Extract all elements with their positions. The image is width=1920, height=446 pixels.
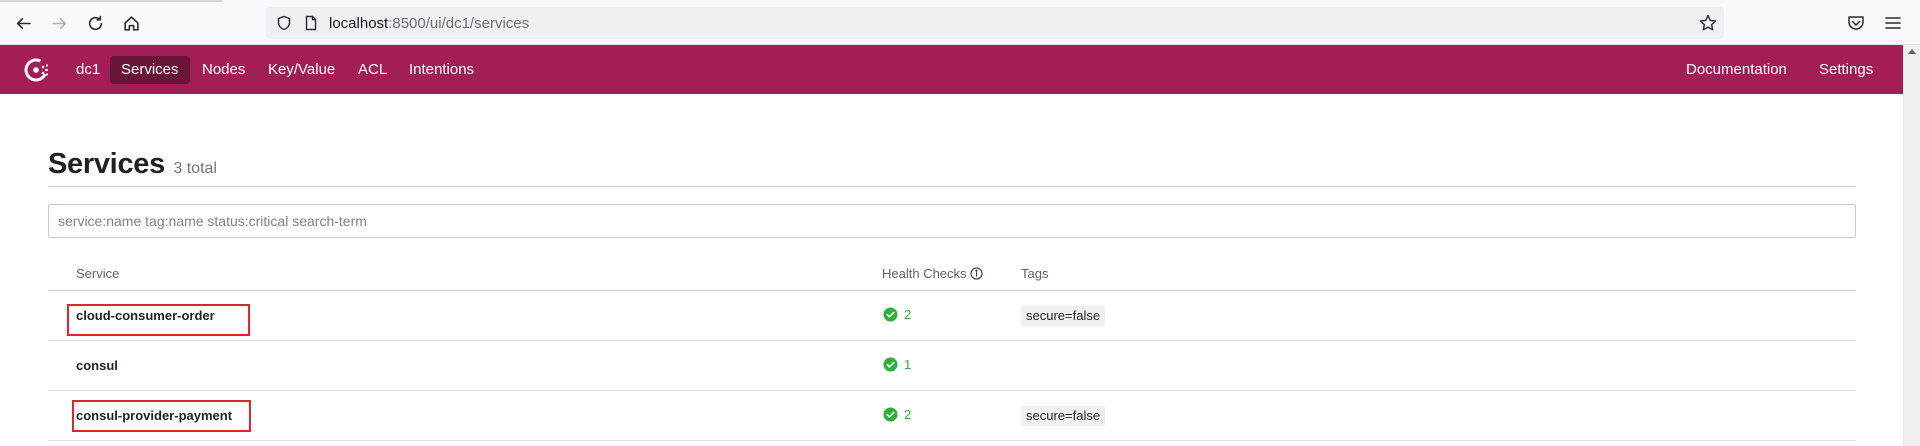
datacenter-dropdown[interactable]: dc1 (65, 56, 111, 84)
service-name[interactable]: consul (76, 358, 118, 373)
check-circle-icon (883, 307, 898, 322)
page-icon[interactable] (303, 15, 319, 31)
health-checks-passing: 2 (883, 407, 911, 422)
column-header-tags-label: Tags (1021, 266, 1049, 281)
check-circle-icon (883, 357, 898, 372)
service-count: 3 total (173, 160, 217, 177)
check-circle-icon (883, 407, 898, 422)
column-header-tags: Tags (1021, 266, 1048, 281)
page-heading: Services 3 total (48, 148, 217, 181)
column-header-service-label: Service (76, 266, 120, 281)
table-row[interactable]: consul-provider-payment 2 secure=false (48, 391, 1856, 441)
scroll-up-arrow-icon[interactable] (1908, 49, 1916, 54)
url-host: localhost (329, 15, 389, 32)
health-check-count: 1 (904, 357, 912, 372)
health-check-count: 2 (904, 307, 912, 322)
table-row[interactable]: consul 1 (48, 341, 1856, 391)
health-check-count: 2 (904, 407, 912, 422)
page-title: Services (48, 148, 165, 180)
browser-toolbar: localhost:8500/ui/dc1/services (0, 0, 1920, 45)
column-header-health-checks: Health Checks (882, 266, 983, 281)
home-icon[interactable] (118, 10, 144, 36)
tab-indicator (0, 0, 222, 2)
tag-pill: secure=false (1021, 306, 1106, 326)
table-row[interactable]: cloud-consumer-order 2 secure=false (48, 291, 1856, 341)
nav-nodes[interactable]: Nodes (191, 56, 256, 84)
address-bar[interactable]: localhost:8500/ui/dc1/services (266, 7, 1724, 39)
nav-documentation[interactable]: Documentation (1675, 56, 1798, 84)
consul-header: dc1 Services Nodes Key/Value ACL Intenti… (0, 45, 1903, 94)
nav-settings[interactable]: Settings (1808, 56, 1884, 84)
column-header-service: Service (76, 266, 119, 281)
health-checks-passing: 2 (883, 307, 911, 322)
health-checks-passing: 1 (883, 357, 911, 372)
consul-logo[interactable] (22, 55, 52, 85)
pocket-icon[interactable] (1846, 13, 1866, 33)
service-name[interactable]: consul-provider-payment (76, 408, 232, 423)
nav-services[interactable]: Services (110, 56, 190, 84)
info-icon[interactable] (969, 267, 983, 280)
title-divider (48, 186, 1856, 187)
search-input[interactable] (48, 204, 1856, 238)
arrow-right-icon[interactable] (46, 10, 72, 36)
nav-acl[interactable]: ACL (347, 56, 398, 84)
star-icon[interactable] (1698, 13, 1718, 33)
hamburger-menu-icon[interactable] (1883, 13, 1903, 33)
reload-icon[interactable] (82, 10, 108, 36)
service-name[interactable]: cloud-consumer-order (76, 308, 215, 323)
url-text[interactable]: localhost:8500/ui/dc1/services (329, 15, 529, 32)
tag-pill: secure=false (1021, 406, 1106, 426)
nav-intentions[interactable]: Intentions (398, 56, 485, 84)
nav-key-value[interactable]: Key/Value (257, 56, 346, 84)
column-header-health-label: Health Checks (882, 266, 967, 281)
arrow-left-icon[interactable] (10, 10, 36, 36)
shield-icon[interactable] (276, 15, 292, 31)
url-path: :8500/ui/dc1/services (388, 15, 530, 32)
vertical-scrollbar[interactable] (1903, 45, 1920, 446)
